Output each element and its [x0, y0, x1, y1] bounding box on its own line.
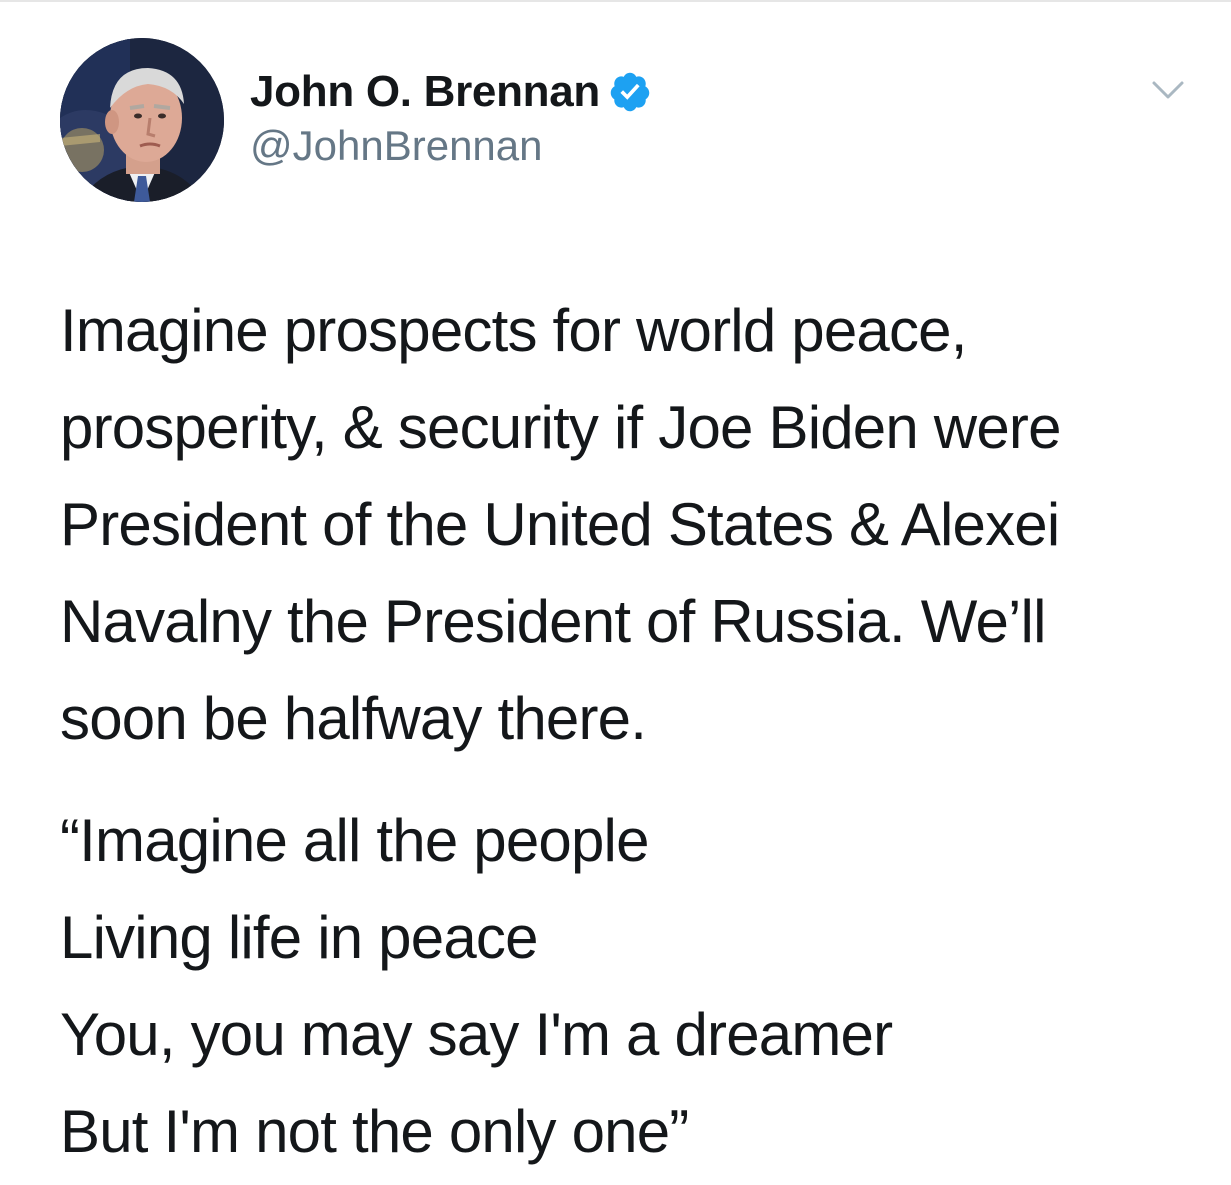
avatar[interactable] — [60, 38, 224, 202]
quote-line: Living life in peace — [60, 904, 538, 971]
verified-badge-icon — [608, 70, 652, 114]
author-handle[interactable]: @JohnBrennan — [250, 122, 543, 170]
author-name-row[interactable]: John O. Brennan — [250, 64, 652, 120]
profile-photo — [60, 38, 224, 202]
chevron-down-icon[interactable] — [1148, 70, 1188, 110]
quote-line: But I'm not the only one” — [60, 1098, 689, 1165]
tweet-text: Imagine prospects for world peace, prosp… — [60, 282, 1200, 1180]
tweet-line: President of the United States & Alexei — [60, 491, 1060, 558]
tweet-line: soon be halfway there. — [60, 685, 647, 752]
author-display-name[interactable]: John O. Brennan — [250, 67, 600, 117]
tweet-line: prosperity, & security if Joe Biden were — [60, 394, 1061, 461]
top-divider — [0, 0, 1231, 2]
tweet-line: Navalny the President of Russia. We’ll — [60, 588, 1046, 655]
tweet-line: Imagine prospects for world peace, — [60, 297, 967, 364]
quote-line: “Imagine all the people — [60, 807, 649, 874]
quote-line: You, you may say I'm a dreamer — [60, 1001, 893, 1068]
